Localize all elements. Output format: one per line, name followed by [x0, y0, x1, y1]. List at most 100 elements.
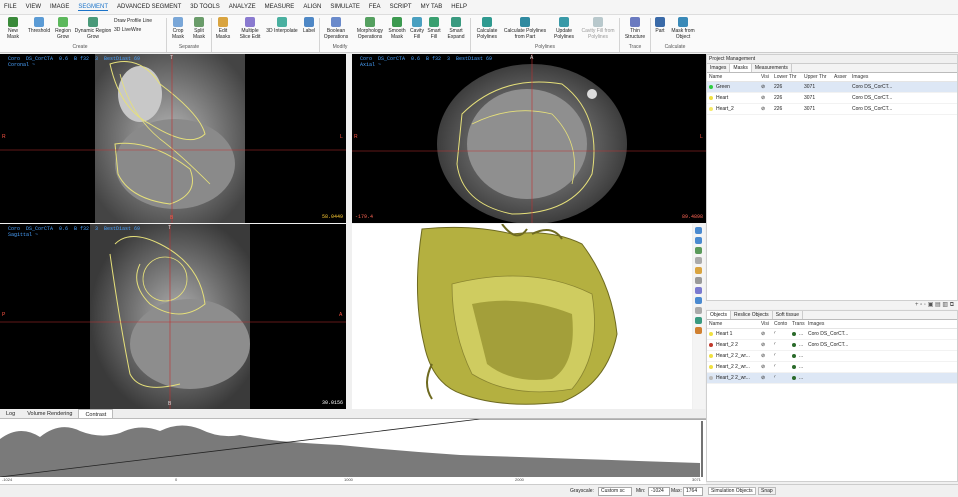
tab-volume-rendering[interactable]: Volume Rendering — [21, 409, 78, 418]
object-row[interactable]: Heart_2 2 ⊘ ⁄... Coro DS_CorCT... — [707, 340, 957, 351]
menu-item-analyze[interactable]: ANALYZE — [229, 4, 256, 10]
object-row[interactable]: Heart_2 2_wr... ⊘ ⁄... — [707, 351, 957, 362]
crop-mask-button[interactable]: Crop Mask — [169, 17, 187, 40]
interpolate-3d-button[interactable]: 3D Interpolate — [264, 17, 300, 34]
menu-item-3d-tools[interactable]: 3D TOOLS — [190, 4, 219, 10]
livewire-button[interactable]: 3D LiveWire — [114, 27, 166, 33]
mask-row[interactable]: Heart ⊘ 226 3071 Coro DS_CorCT... — [707, 93, 957, 104]
smart-expand-button[interactable]: Smart Expand — [445, 17, 467, 40]
min-input[interactable]: -1024 — [648, 487, 670, 496]
eye-icon[interactable]: ⊘ — [761, 375, 774, 381]
view-pan-icon[interactable] — [695, 277, 702, 284]
contour-icon[interactable]: ⁄ — [774, 353, 792, 359]
cavity-fill-from-polylines-button[interactable]: Cavity Fill from Polylines — [579, 17, 617, 40]
menu-item-advanced-segment[interactable]: ADVANCED SEGMENT — [117, 4, 181, 10]
view-camera-icon[interactable] — [695, 327, 702, 334]
transparency-icon[interactable]: ... — [792, 331, 808, 337]
project-management-panel: Project Management Images Masks Measurem… — [706, 54, 958, 301]
max-value: 1764 — [686, 488, 698, 494]
object-row[interactable]: Heart 1 ⊘ ⁄... Coro DS_CorCT... — [707, 329, 957, 340]
multiple-slice-edit-button[interactable]: Multiple Slice Edit — [236, 17, 264, 40]
contour-icon[interactable]: ⁄ — [774, 375, 792, 381]
region-grow-button[interactable]: Region Grow — [53, 17, 73, 40]
morphology-operations-button[interactable]: Morphology Operations — [354, 17, 386, 40]
transparency-icon[interactable]: ... — [792, 353, 808, 359]
object-row[interactable]: Heart_2 2_wr... ⊘ ⁄... — [707, 362, 957, 373]
tab-simulation-objects[interactable]: Simulation Objects — [708, 487, 756, 495]
calculate-polylines-button[interactable]: Calculate Polylines — [473, 17, 501, 40]
transparency-icon[interactable]: ... — [792, 375, 808, 381]
transparency-icon[interactable]: ... — [792, 364, 808, 370]
eye-icon[interactable]: ⊘ — [761, 331, 774, 337]
contour-icon[interactable]: ⁄ — [774, 364, 792, 370]
eye-icon[interactable]: ⊘ — [761, 353, 774, 359]
contour-icon[interactable]: ⁄ — [774, 331, 792, 337]
mask-row[interactable]: Green ⊘ 226 3071 Coro DS_CorCT... — [707, 82, 957, 93]
transparency-icon[interactable]: ... — [792, 342, 808, 348]
menu-item-view[interactable]: VIEW — [26, 4, 41, 10]
tab-soft-tissue[interactable]: Soft tissue — [773, 311, 804, 319]
new-mask-button[interactable]: New Mask — [4, 17, 22, 40]
split-mask-button[interactable]: Split Mask — [190, 17, 208, 40]
view-light-icon[interactable] — [695, 267, 702, 274]
view-orient-icon[interactable] — [695, 227, 702, 234]
dynamic-region-grow-button[interactable]: Dynamic Region Grow — [73, 17, 113, 40]
contrast-histogram[interactable]: -1024 0 1000 2000 3071 — [0, 418, 706, 484]
object-row[interactable]: Heart_2 2_wr... ⊘ ⁄... — [707, 373, 957, 384]
smooth-mask-button[interactable]: Smooth Mask — [387, 17, 407, 40]
thin-structure-button[interactable]: Thin Structure — [622, 17, 648, 40]
sagittal-viewport[interactable]: Coro DS_CorCTA 0.6 B f32 3 BestDiast 69 … — [0, 224, 346, 409]
tab-contrast[interactable]: Contrast — [78, 409, 114, 418]
tab-snap[interactable]: Snap — [758, 487, 776, 495]
tab-masks[interactable]: Masks — [730, 64, 752, 72]
tab-images[interactable]: Images — [707, 64, 731, 72]
tab-measurements[interactable]: Measurements — [752, 64, 792, 72]
mask-from-object-button[interactable]: Mask from Object — [669, 17, 697, 40]
menu-item-file[interactable]: FILE — [4, 4, 17, 10]
view-reset-icon[interactable] — [695, 237, 702, 244]
histogram-plot — [0, 418, 706, 478]
boolean-operations-button[interactable]: Boolean Operations — [321, 17, 351, 40]
view-zoom-icon[interactable] — [695, 297, 702, 304]
grayscale-select[interactable]: Custom sc — [598, 487, 632, 496]
eye-icon[interactable]: ⊘ — [761, 84, 774, 90]
add-icon[interactable]: + ▫ ◦ ▣ ▤ ▥ ⧉ — [915, 302, 954, 308]
part-button[interactable]: Part — [653, 17, 667, 34]
eye-icon[interactable]: ⊘ — [761, 342, 774, 348]
max-input[interactable]: 1764 — [683, 487, 703, 496]
menu-item-help[interactable]: HELP — [451, 4, 467, 10]
menu-item-measure[interactable]: MEASURE — [265, 4, 295, 10]
view-grid-icon[interactable] — [695, 257, 702, 264]
mask-row[interactable]: Heart_2 ⊘ 226 3071 Coro DS_CorCT... — [707, 104, 957, 115]
eye-icon[interactable]: ⊘ — [761, 364, 774, 370]
axial-viewport[interactable]: Coro DS_CorCTA 0.6 B f32 3 BestDiast 69 … — [352, 54, 706, 223]
coronal-viewport[interactable]: Coro DS_CorCTA 0.6 B f32 3 BestDiast 69 … — [0, 54, 346, 223]
menu-item-fea[interactable]: FEA — [369, 4, 381, 10]
smart-fill-button[interactable]: Smart Fill — [426, 17, 442, 40]
view-measure-icon[interactable] — [695, 307, 702, 314]
calculate-polylines-from-part-button[interactable]: Calculate Polylines from Part — [501, 17, 549, 40]
eye-icon[interactable]: ⊘ — [761, 95, 774, 101]
contour-icon[interactable]: ⁄ — [774, 342, 792, 348]
menu-item-align[interactable]: ALIGN — [303, 4, 321, 10]
object-name: Heart_2 2_wr... — [709, 364, 761, 370]
menu-item-segment[interactable]: SEGMENT — [78, 4, 109, 11]
menu-item-my-tab[interactable]: MY TAB — [421, 4, 443, 10]
view-rotate-icon[interactable] — [695, 287, 702, 294]
edit-masks-button[interactable]: Edit Masks — [213, 17, 233, 40]
view-layer-icon[interactable] — [695, 247, 702, 254]
label-button[interactable]: Label — [301, 17, 317, 34]
threshold-button[interactable]: Threshold — [25, 17, 53, 34]
3d-viewport[interactable] — [352, 223, 692, 409]
cavity-fill-button[interactable]: Cavity Fill — [408, 17, 426, 40]
tab-reslice-objects[interactable]: Reslice Objects — [731, 311, 773, 319]
tab-objects[interactable]: Objects — [707, 311, 731, 319]
menu-item-simulate[interactable]: SIMULATE — [330, 4, 360, 10]
draw-profile-line-button[interactable]: Draw Profile Line — [114, 18, 166, 24]
eye-icon[interactable]: ⊘ — [761, 106, 774, 112]
tab-log[interactable]: Log — [0, 409, 21, 418]
menu-item-image[interactable]: IMAGE — [50, 4, 69, 10]
update-polylines-button[interactable]: Update Polylines — [550, 17, 578, 40]
view-clip-icon[interactable] — [695, 317, 702, 324]
menu-item-script[interactable]: SCRIPT — [390, 4, 412, 10]
